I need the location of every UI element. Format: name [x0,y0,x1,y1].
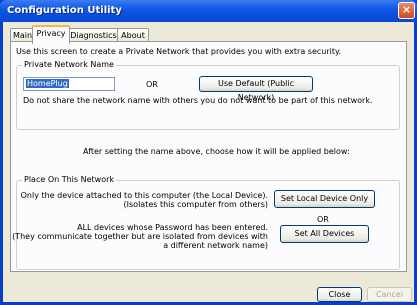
tab-diagnostics[interactable]: Diagnostics [68,28,119,42]
all-devices-description: ALL devices whose Password has been ente… [77,223,268,232]
cancel-button[interactable]: Cancel [367,287,412,302]
network-warning-text: Do not share the network name with other… [23,96,373,105]
apply-instruction-text: After setting the name above, choose how… [83,147,350,156]
use-default-button[interactable]: Use Default (Public Network) [199,76,313,102]
close-button[interactable]: Close [317,287,362,302]
private-network-group: Private Network Name HomePlug OR Use Def… [16,60,400,130]
set-all-devices-button[interactable]: Set All Devices [280,225,369,243]
set-local-device-button[interactable]: Set Local Device Only [274,190,375,208]
tab-privacy[interactable]: Privacy [32,25,70,44]
place-on-network-group-title: Place On This Network [22,175,117,184]
tab-about[interactable]: About [117,28,149,42]
privacy-panel: Use this screen to create a Private Netw… [10,41,407,272]
close-window-icon[interactable]: × [398,2,415,19]
title-bar[interactable]: Configuration Utility × [0,0,417,22]
local-device-note: (Isolates this computer from others) [123,200,268,209]
local-device-description: Only the device attached to this compute… [20,191,268,200]
private-network-group-title: Private Network Name [22,60,116,69]
configuration-window: Configuration Utility × Main Privacy Dia… [0,0,417,305]
network-name-value: HomePlug [26,79,69,88]
all-devices-note-2: a different network name) [163,241,268,250]
or-label: OR [146,80,158,89]
place-on-network-group: Place On This Network Only the device at… [12,175,400,270]
network-name-input[interactable]: HomePlug [23,77,115,91]
or-label-2: OR [317,215,329,224]
intro-text: Use this screen to create a Private Netw… [16,47,342,56]
client-area: Main Privacy Diagnostics About Use this … [3,22,414,302]
all-devices-note-1: (They communicate together but are isola… [12,232,268,241]
window-title: Configuration Utility [7,5,122,16]
